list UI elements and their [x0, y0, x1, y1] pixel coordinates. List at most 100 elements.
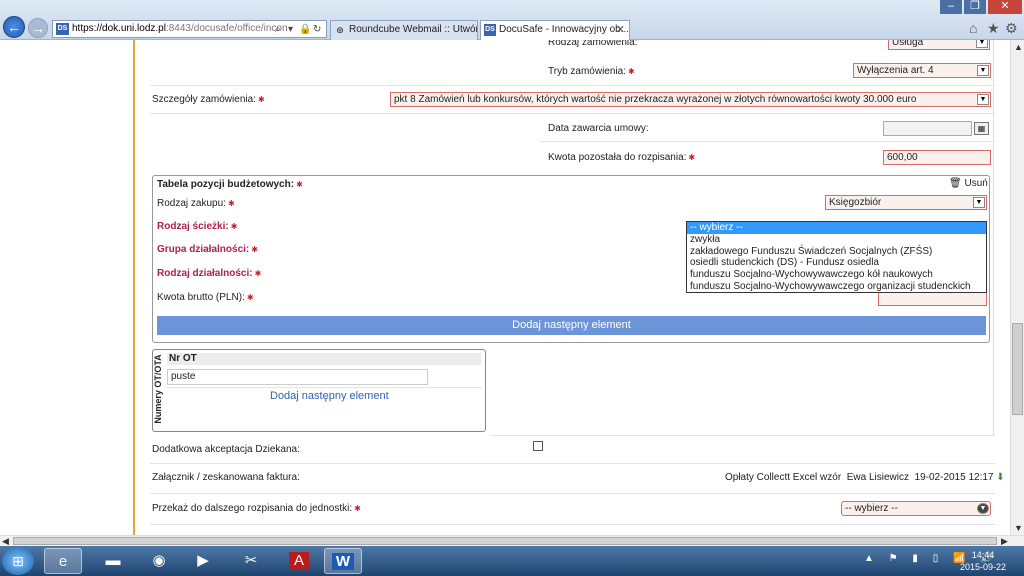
required-star-icon: ✱ — [257, 95, 265, 104]
tab-roundcube[interactable]: ⊛ Roundcube Webmail :: Utwór... — [330, 20, 478, 40]
dropdown-arrow-icon[interactable]: ▾ — [288, 22, 293, 37]
maximize-button[interactable]: ❐ — [964, 0, 986, 14]
required-star-icon: ✱ — [230, 222, 238, 231]
rodzaj-zamowienia-label: Rodzaj zamówienia: — [548, 40, 638, 48]
taskbar-acrobat[interactable]: A — [280, 548, 318, 574]
tab-label: Roundcube Webmail :: Utwór... — [349, 24, 478, 35]
data-zawarcia-input[interactable] — [883, 121, 972, 136]
star-icon[interactable]: ★ — [987, 20, 1000, 37]
windows-logo-icon: ⊞ — [12, 553, 24, 569]
select-value: pkt 8 Zamówień lub konkursów, których wa… — [394, 94, 917, 105]
taskbar-explorer[interactable]: ▬ — [94, 548, 132, 574]
select-value: Księgozbiór — [829, 197, 882, 208]
vertical-scrollbar[interactable]: ▲ ▼ — [1010, 40, 1024, 535]
divider — [150, 463, 995, 464]
label-text: Grupa działalności: — [157, 244, 250, 255]
clock-date: 2015-09-22 — [959, 562, 1007, 572]
rodzaj-zakupu-select[interactable]: Księgozbiór ▼ — [825, 195, 987, 210]
divider — [150, 524, 995, 525]
attachment-info: Opłaty Collectt Excel wzór Ewa Lisiewicz… — [725, 472, 1005, 483]
select-value: Wyłączenia art. 4 — [857, 65, 934, 76]
horizontal-scrollbar[interactable]: ◀ ▶ — [0, 535, 1024, 546]
data-zawarcia-label: Data zawarcia umowy: — [548, 123, 649, 134]
address-bar[interactable]: DS https://dok.uni.lodz.pl:8443/docusafe… — [52, 20, 327, 38]
back-button[interactable]: ← — [3, 16, 25, 38]
media-player-icon: ▶ — [197, 552, 209, 569]
szczegoly-label: Szczegóły zamówienia: ✱ — [152, 94, 265, 105]
przekaz-label: Przekaż do dalszego rozpisania do jednos… — [152, 503, 361, 514]
dodatkowa-akceptacja-checkbox[interactable] — [533, 441, 543, 451]
vertical-scroll-thumb[interactable] — [1012, 323, 1023, 415]
ot-header: Nr OT — [167, 353, 481, 365]
forward-button[interactable]: → — [28, 18, 48, 38]
refresh-icon[interactable]: ↻ — [313, 22, 321, 37]
dropdown-option[interactable]: osiedli studenckich (DS) - Fundusz osied… — [687, 257, 986, 269]
kwota-pozostala-label: Kwota pozostała do rozpisania: ✱ — [548, 152, 695, 163]
clock[interactable]: 14:44 2015-09-22 — [958, 549, 1008, 573]
search-icon[interactable]: ⌕ — [275, 22, 281, 37]
tab-label: DocuSafe - Innowacyjny ob... — [499, 24, 630, 35]
attachment-author: Ewa Lisiewicz — [846, 472, 909, 483]
chevron-down-icon: ▼ — [973, 197, 985, 208]
szczegoly-select[interactable]: pkt 8 Zamówień lub konkursów, których wa… — [390, 92, 991, 107]
download-icon[interactable]: ⬇ — [996, 472, 1004, 483]
pdf-icon: A — [288, 552, 309, 569]
przekaz-select[interactable]: -- wybierz -- ▼ — [841, 501, 991, 516]
add-budget-element-button[interactable]: Dodaj następny element — [157, 316, 986, 335]
taskbar-chrome[interactable]: ◉ — [140, 548, 178, 574]
rodzaj-dzialalnosci-label: Rodzaj działalności: ✱ — [157, 268, 261, 279]
select-value: Usługa — [892, 40, 924, 48]
dropdown-option[interactable]: zwykła — [687, 234, 986, 246]
close-window-button[interactable]: ✕ — [988, 0, 1022, 14]
rodzaj-zakupu-label: Rodzaj zakupu: ✱ — [157, 198, 235, 209]
dropdown-option[interactable]: zakładowego Funduszu Świadczeń Socjalnyc… — [687, 246, 986, 258]
orange-border — [133, 40, 135, 535]
remove-button[interactable]: 🗑 Usuń — [949, 178, 988, 189]
arrow-left-icon: ← — [7, 19, 21, 35]
word-icon: W — [331, 553, 355, 570]
attachment-file-link[interactable]: Opłaty Collectt Excel wzór — [725, 472, 841, 483]
dropdown-option[interactable]: funduszu Socjalno-Wychowywawczego kół na… — [687, 269, 986, 281]
label-text: Rodzaj działalności: — [157, 268, 253, 279]
kwota-brutto-input[interactable] — [878, 291, 987, 306]
home-icon[interactable]: ⌂ — [969, 20, 977, 36]
chevron-down-icon: ▼ — [977, 65, 989, 76]
grupa-dzialalnosci-label: Grupa działalności: ✱ — [157, 244, 258, 255]
internet-explorer-icon: e — [58, 553, 68, 570]
rodzaj-zamowienia-select[interactable]: Usługa ▼ — [888, 40, 990, 50]
taskbar-media-player[interactable]: ▶ — [184, 548, 222, 574]
gear-icon[interactable]: ⚙ — [1005, 20, 1018, 37]
required-star-icon: ✱ — [354, 504, 361, 513]
required-star-icon: ✱ — [227, 199, 235, 208]
rodzaj-sciezki-dropdown[interactable]: -- wybierz -- zwykła zakładowego Fundusz… — [686, 221, 987, 293]
ot-input[interactable]: puste — [167, 369, 428, 385]
lock-icon[interactable]: 🔒 — [299, 22, 311, 37]
calendar-icon[interactable]: ▦ — [974, 122, 989, 135]
horizontal-scroll-thumb[interactable] — [13, 537, 997, 545]
dropdown-option[interactable]: -- wybierz -- — [687, 222, 986, 234]
select-value: -- wybierz -- — [845, 503, 898, 514]
dropdown-option[interactable]: funduszu Socjalno-Wychowywawczego organi… — [687, 281, 986, 293]
taskbar-word[interactable]: W — [324, 548, 362, 574]
site-favicon-icon: DS — [56, 23, 69, 35]
scroll-down-icon[interactable]: ▼ — [1014, 523, 1023, 533]
tryb-zamowienia-select[interactable]: Wyłączenia art. 4 ▼ — [853, 63, 991, 78]
start-button[interactable]: ⊞ — [2, 547, 34, 575]
taskbar-snipping-tool[interactable]: ✂ — [232, 548, 270, 574]
clock-time: 14:44 — [971, 550, 995, 560]
remove-label: Usuń — [964, 178, 988, 189]
kwota-pozostala-input[interactable]: 600,00 — [883, 150, 991, 165]
required-star-icon: ✱ — [628, 67, 635, 76]
chevron-down-icon: ▼ — [977, 94, 989, 105]
tab-docusafe[interactable]: DS DocuSafe - Innowacyjny ob... ✕ — [480, 20, 630, 40]
ot-add-link[interactable]: Dodaj następny element — [270, 390, 389, 402]
close-tab-icon[interactable]: ✕ — [616, 21, 625, 39]
taskbar-internet-explorer[interactable]: e — [44, 548, 82, 574]
folder-icon: ▬ — [105, 552, 121, 569]
scroll-up-icon[interactable]: ▲ — [1014, 42, 1023, 52]
budget-table-title: Tabela pozycji budżetowych: ✱ — [157, 179, 303, 190]
rodzaj-sciezki-label: Rodzaj ścieżki: ✱ — [157, 221, 237, 232]
divider — [166, 387, 482, 388]
docusafe-icon: DS — [484, 24, 496, 36]
minimize-button[interactable]: – — [940, 0, 962, 14]
